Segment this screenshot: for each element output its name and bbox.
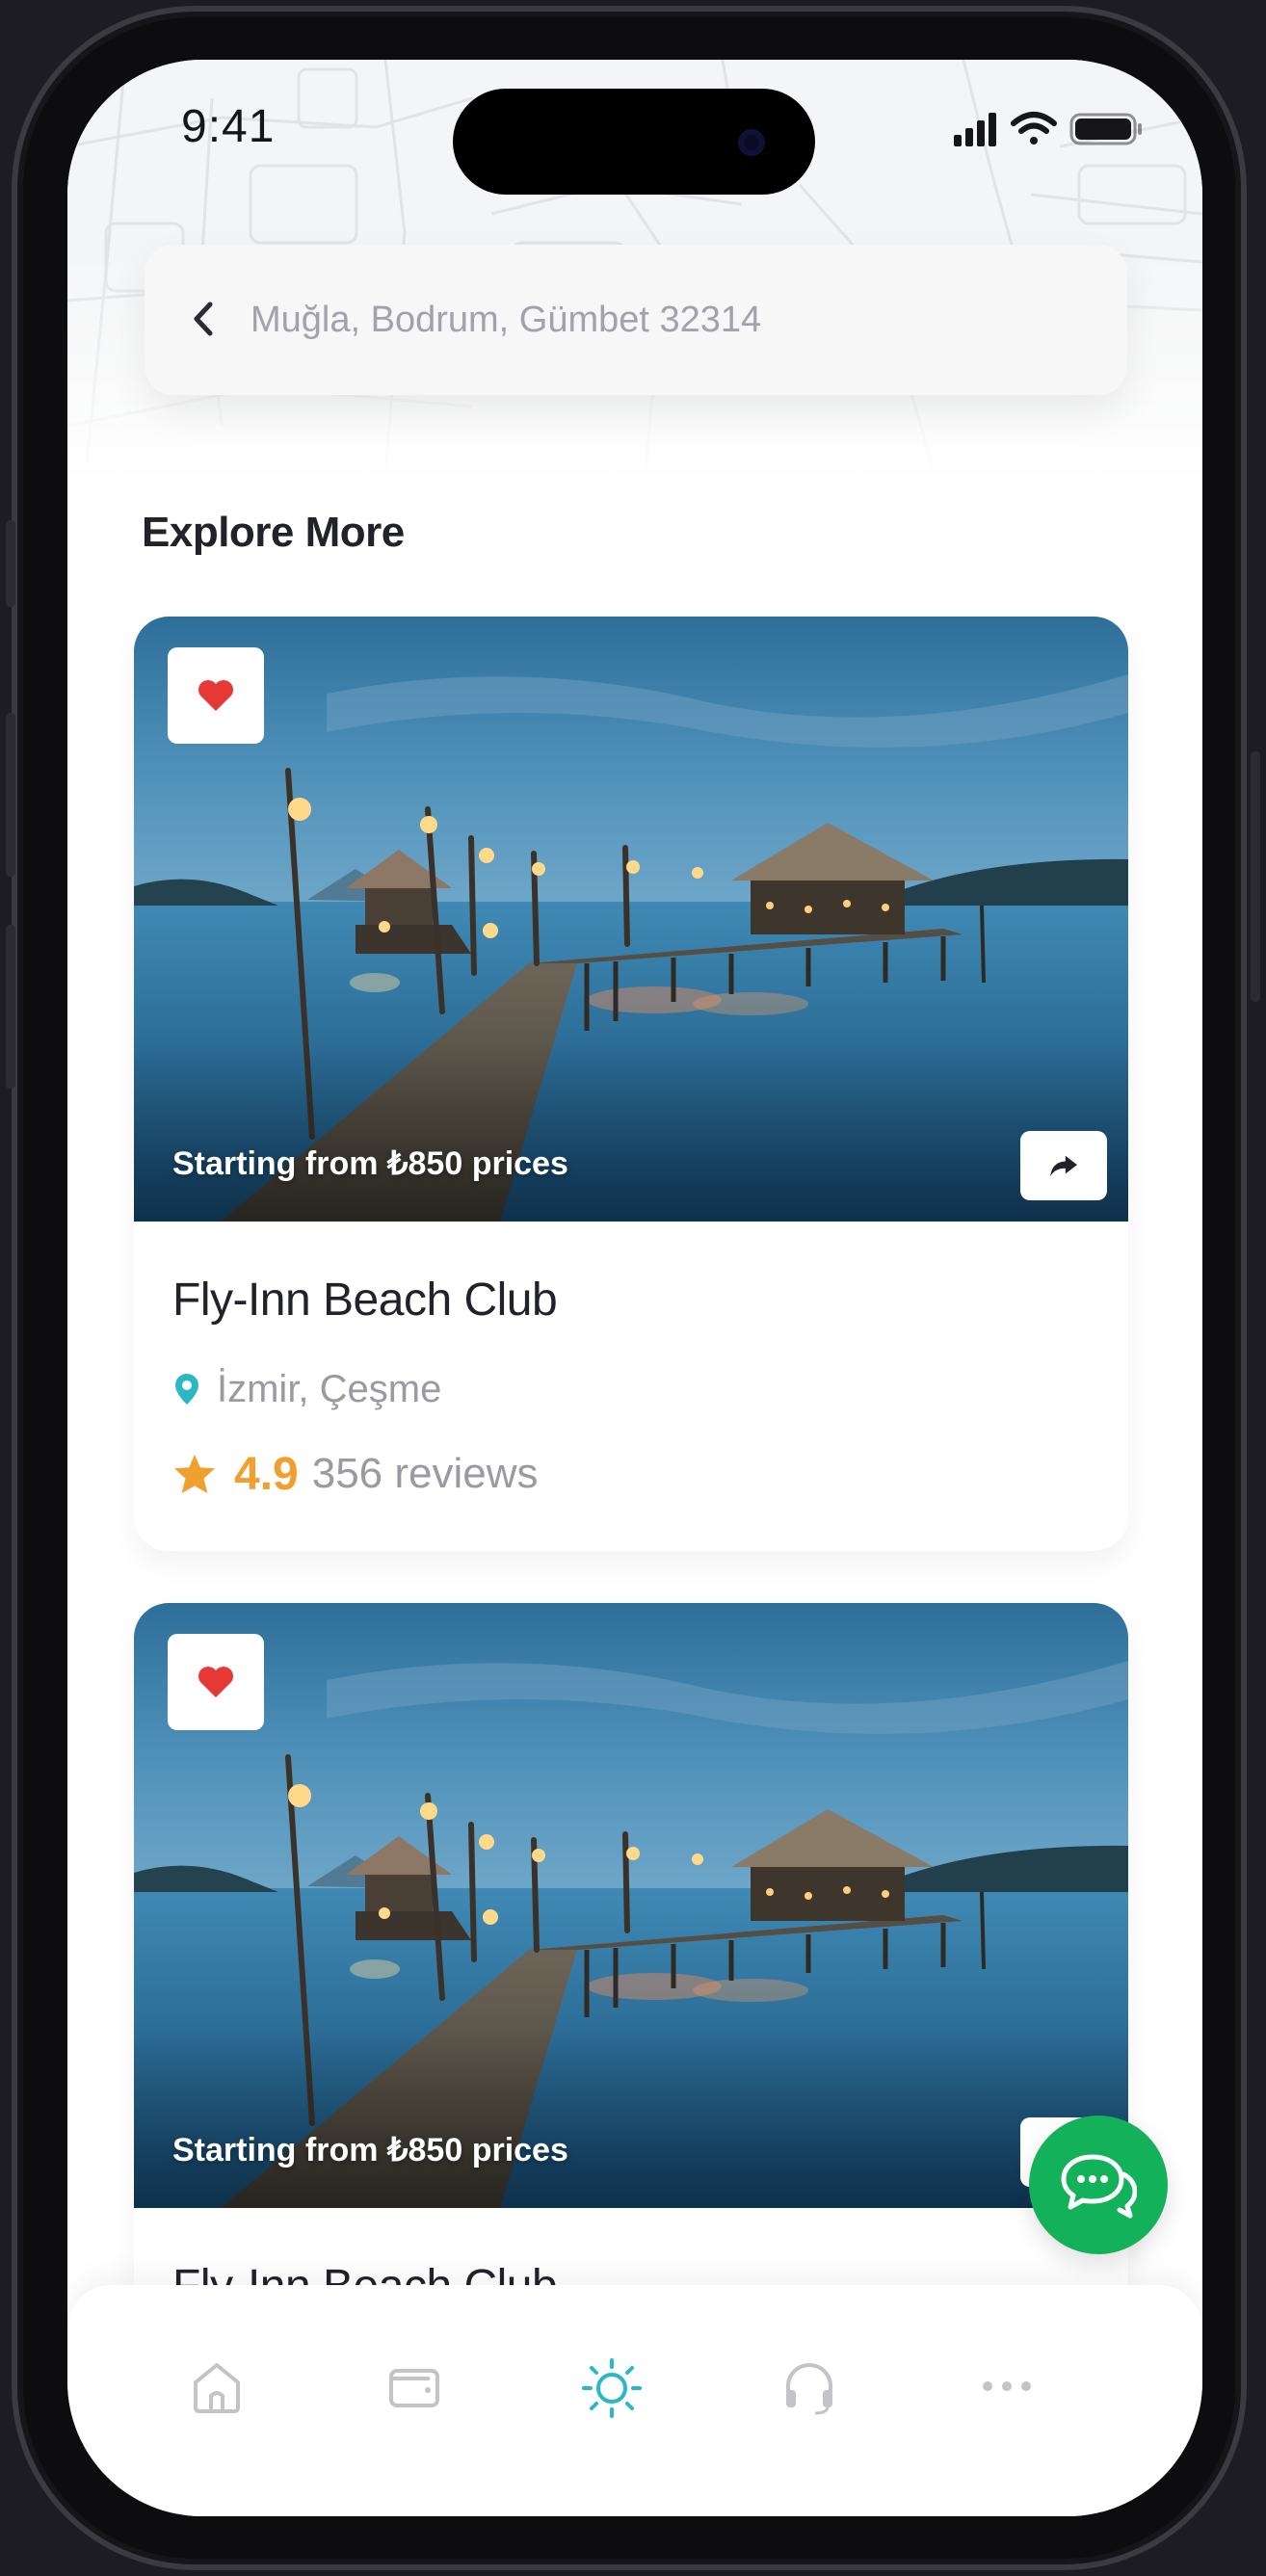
side-button-left-3: [6, 925, 15, 1089]
section-title: Explore More: [142, 509, 405, 556]
dynamic-island: [453, 89, 815, 195]
status-icons: [954, 112, 1142, 146]
venue-card[interactable]: Starting from ₺850 prices Fly-Inn Beach …: [134, 1603, 1128, 2335]
camera-icon: [738, 129, 765, 156]
wifi-icon: [1011, 112, 1057, 145]
reviews-count[interactable]: 356 reviews: [312, 1450, 539, 1498]
share-button[interactable]: [1020, 1131, 1107, 1200]
favorite-button[interactable]: [168, 1634, 264, 1730]
side-button-left-2: [6, 713, 15, 877]
price-label: Starting from ₺850 prices: [172, 1145, 568, 1182]
venue-location: İzmir, Çeşme: [172, 1364, 441, 1414]
status-time: 9:41: [181, 101, 276, 152]
home-icon: [194, 2363, 240, 2413]
chat-button[interactable]: [1029, 2116, 1168, 2254]
side-button-right: [1251, 751, 1260, 1002]
favorite-button[interactable]: [168, 647, 264, 744]
headphones-icon: [786, 2363, 832, 2415]
venue-card[interactable]: Starting from ₺850 prices Fly-Inn Beach …: [134, 617, 1128, 1551]
heart-icon: [198, 680, 233, 711]
star-icon: [173, 1454, 216, 1494]
tab-home[interactable]: [173, 2343, 260, 2430]
tab-support[interactable]: [766, 2343, 853, 2430]
venue-title[interactable]: Fly-Inn Beach Club: [172, 1274, 558, 1327]
venue-photo: [134, 1603, 1128, 2208]
wallet-icon: [389, 2369, 439, 2407]
venue-rating: 4.9 356 reviews: [172, 1443, 539, 1505]
location-pin-icon: [175, 1374, 198, 1405]
tab-explore[interactable]: [568, 2343, 655, 2430]
battery-icon: [1069, 113, 1142, 145]
search-text[interactable]: Muğla, Bodrum, Gümbet 32314: [251, 295, 761, 345]
price-label: Starting from ₺850 prices: [172, 2132, 568, 2169]
sun-icon: [582, 2358, 642, 2418]
venue-image[interactable]: Starting from ₺850 prices: [134, 1603, 1128, 2208]
heart-icon: [198, 1667, 233, 1697]
more-icon: [983, 2381, 1031, 2391]
signal-icon: [954, 113, 996, 146]
tab-more[interactable]: [963, 2343, 1050, 2430]
rating-value: 4.9: [234, 1448, 299, 1500]
tab-bar: [67, 2285, 1202, 2516]
share-icon: [1050, 1155, 1077, 1177]
chat-icon: [1061, 2154, 1137, 2219]
side-button-left-1: [6, 520, 15, 607]
venue-photo: [134, 617, 1128, 1222]
back-icon[interactable]: [181, 295, 229, 343]
tab-wallet[interactable]: [371, 2343, 458, 2430]
location-text: İzmir, Çeşme: [217, 1367, 442, 1410]
screen: 9:41 Muğla, Bodrum, Gümbet 32314 Explore…: [67, 60, 1202, 2516]
venue-image[interactable]: Starting from ₺850 prices: [134, 617, 1128, 1222]
search-bar[interactable]: Muğla, Bodrum, Gümbet 32314: [145, 245, 1127, 395]
